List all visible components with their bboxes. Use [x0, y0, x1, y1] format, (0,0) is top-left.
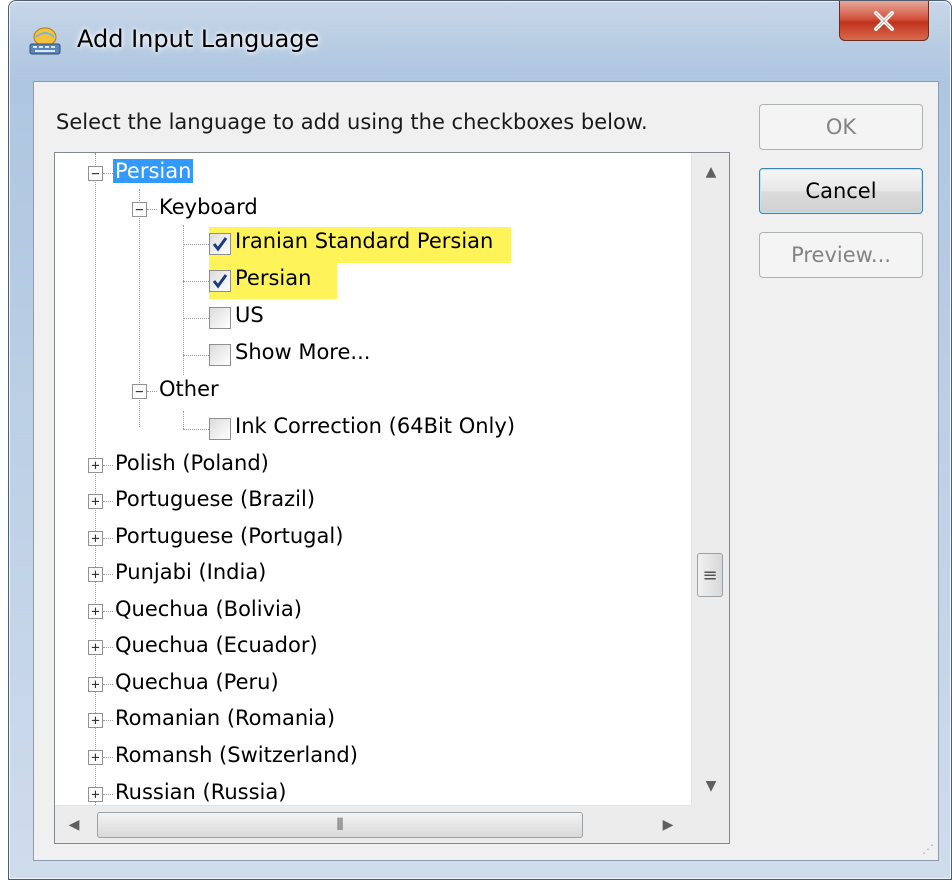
keyboard-item-label[interactable]: Persian	[235, 266, 311, 290]
title-bar[interactable]: Add Input Language	[9, 1, 951, 81]
window-title: Add Input Language	[77, 25, 320, 53]
collapse-persian-toggle[interactable]: −	[88, 166, 103, 181]
instruction-text: Select the language to add using the che…	[56, 110, 648, 134]
tree-node-persian[interactable]: Persian	[113, 159, 194, 183]
checkmark-icon	[212, 274, 228, 289]
dialog-content: Select the language to add using the che…	[33, 81, 939, 861]
expand-toggle[interactable]: +	[88, 750, 103, 765]
other-item-label[interactable]: Ink Correction (64Bit Only)	[235, 414, 515, 438]
tree-node-language[interactable]: Russian (Russia)	[115, 780, 286, 804]
tree-node-language[interactable]: Quechua (Ecuador)	[115, 633, 318, 657]
expand-toggle[interactable]: +	[88, 531, 103, 546]
keyboard-globe-icon	[29, 27, 61, 55]
keyboard-item-label[interactable]: Show More...	[235, 340, 370, 364]
expand-toggle[interactable]: +	[88, 494, 103, 509]
checkbox-us[interactable]	[209, 307, 231, 329]
grip-lines-icon: ≡	[702, 564, 718, 586]
checkmark-icon	[212, 237, 228, 252]
vertical-scroll-thumb[interactable]: ≡	[697, 553, 723, 597]
add-input-language-dialog: Add Input Language Select the language t…	[8, 0, 952, 880]
tree-node-other[interactable]: Other	[159, 377, 219, 401]
scroll-left-arrow-icon[interactable]: ◀	[65, 816, 83, 834]
plus-icon: +	[91, 457, 100, 474]
horizontal-scroll-thumb[interactable]: ⦀	[97, 812, 583, 838]
checkbox-persian[interactable]	[209, 270, 231, 292]
tree-view-content: − Persian − Keyboard Iranian Standard Pe…	[55, 153, 691, 805]
expand-toggle[interactable]: +	[88, 787, 103, 802]
minus-icon: −	[91, 165, 100, 182]
close-icon	[874, 10, 894, 31]
plus-icon: +	[91, 493, 100, 510]
checkbox-ink-correction[interactable]	[209, 418, 231, 440]
collapse-other-toggle[interactable]: −	[132, 384, 147, 399]
scrollbar-corner	[691, 805, 729, 843]
tree-node-language[interactable]: Quechua (Bolivia)	[115, 597, 302, 621]
horizontal-scrollbar[interactable]: ◀ ⦀ ▶	[55, 805, 691, 843]
keyboard-item-label[interactable]: Iranian Standard Persian	[235, 229, 493, 253]
expand-toggle[interactable]: +	[88, 640, 103, 655]
tree-node-language[interactable]: Punjabi (India)	[115, 560, 266, 584]
expand-toggle[interactable]: +	[88, 567, 103, 582]
plus-icon: +	[91, 639, 100, 656]
plus-icon: +	[91, 712, 100, 729]
plus-icon: +	[91, 566, 100, 583]
resize-grip-icon[interactable]: ⋰	[922, 842, 934, 856]
plus-icon: +	[91, 749, 100, 766]
plus-icon: +	[91, 530, 100, 547]
plus-icon: +	[91, 603, 100, 620]
close-button[interactable]	[839, 1, 929, 41]
checkbox-iranian-standard-persian[interactable]	[209, 233, 231, 255]
scroll-up-arrow-icon[interactable]: ▲	[702, 163, 720, 181]
expand-toggle[interactable]: +	[88, 677, 103, 692]
keyboard-item-label[interactable]: US	[235, 303, 264, 327]
preview-button[interactable]: Preview...	[759, 232, 923, 278]
tree-node-keyboard[interactable]: Keyboard	[159, 195, 258, 219]
scroll-right-arrow-icon[interactable]: ▶	[659, 816, 677, 834]
minus-icon: −	[135, 201, 144, 218]
tree-node-language[interactable]: Polish (Poland)	[115, 451, 269, 475]
plus-icon: +	[91, 676, 100, 693]
tree-node-language[interactable]: Romansh (Switzerland)	[115, 743, 358, 767]
collapse-keyboard-toggle[interactable]: −	[132, 202, 147, 217]
tree-node-language[interactable]: Quechua (Peru)	[115, 670, 279, 694]
vertical-scrollbar[interactable]: ▲ ≡ ▼	[691, 153, 729, 805]
expand-toggle[interactable]: +	[88, 458, 103, 473]
cancel-button[interactable]: Cancel	[759, 168, 923, 214]
grip-lines-icon: ⦀	[336, 815, 344, 834]
tree-node-language[interactable]: Romanian (Romania)	[115, 706, 335, 730]
scroll-down-arrow-icon[interactable]: ▼	[702, 777, 720, 795]
tree-node-language[interactable]: Portuguese (Brazil)	[115, 487, 315, 511]
expand-toggle[interactable]: +	[88, 604, 103, 619]
tree-node-language[interactable]: Portuguese (Portugal)	[115, 524, 343, 548]
checkbox-show-more[interactable]	[209, 344, 231, 366]
expand-toggle[interactable]: +	[88, 713, 103, 728]
minus-icon: −	[135, 383, 144, 400]
language-tree[interactable]: − Persian − Keyboard Iranian Standard Pe…	[54, 152, 730, 844]
ok-button[interactable]: OK	[759, 104, 923, 150]
plus-icon: +	[91, 786, 100, 803]
